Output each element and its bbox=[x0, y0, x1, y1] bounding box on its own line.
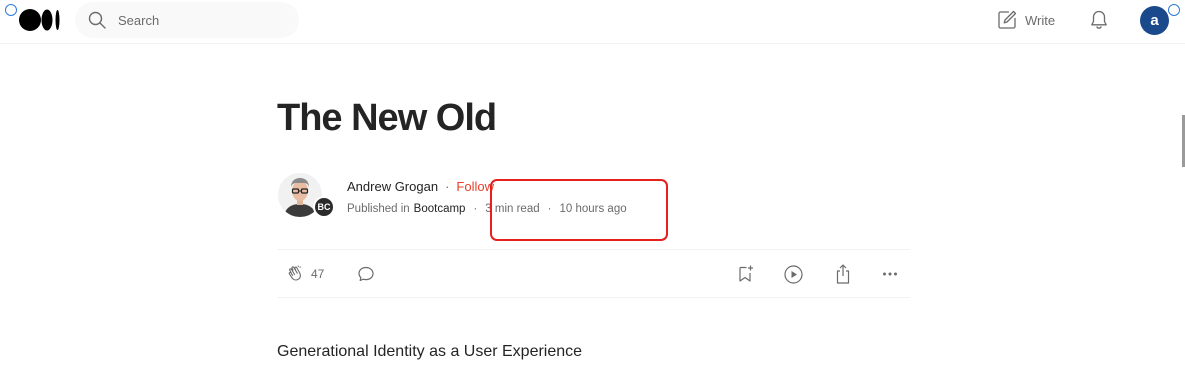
clap-icon bbox=[288, 265, 301, 281]
clap-button[interactable]: 47 bbox=[285, 264, 324, 284]
share-icon[interactable] bbox=[833, 263, 853, 285]
separator-dot: · bbox=[445, 179, 450, 194]
author-line: Andrew Grogan · Follow bbox=[347, 179, 494, 194]
user-avatar[interactable]: a bbox=[1140, 6, 1169, 35]
write-button[interactable]: Write bbox=[996, 8, 1055, 32]
publication-badge-text: BC bbox=[317, 202, 331, 212]
bookmark-plus-icon[interactable] bbox=[735, 264, 755, 284]
highlight-annotation-box bbox=[490, 179, 668, 241]
article-action-bar: 47 bbox=[277, 249, 910, 298]
top-navbar: Write a bbox=[0, 0, 1185, 44]
article-subtitle: Generational Identity as a User Experien… bbox=[277, 343, 583, 360]
separator-dot: · bbox=[473, 203, 478, 215]
pencil-square-icon bbox=[998, 10, 1017, 29]
article-title: The New Old bbox=[277, 97, 497, 139]
comment-bubble-icon[interactable] bbox=[356, 264, 376, 284]
search-input[interactable] bbox=[118, 12, 288, 28]
write-label: Write bbox=[1025, 12, 1056, 28]
avatar-initial: a bbox=[1150, 12, 1159, 29]
ellipsis-icon[interactable] bbox=[880, 264, 900, 284]
publication-link[interactable]: Bootcamp bbox=[414, 203, 466, 215]
medium-logo-icon[interactable] bbox=[19, 9, 61, 31]
bell-icon[interactable] bbox=[1087, 8, 1111, 32]
follow-button[interactable]: Follow bbox=[456, 179, 494, 194]
author-name-link[interactable]: Andrew Grogan bbox=[347, 179, 438, 194]
published-in-label: Published in bbox=[347, 203, 410, 215]
search-icon bbox=[88, 11, 106, 29]
clap-count: 47 bbox=[311, 267, 325, 281]
publication-badge[interactable]: BC bbox=[313, 196, 335, 218]
search-bar[interactable] bbox=[75, 2, 299, 38]
play-circle-icon[interactable] bbox=[783, 264, 804, 285]
